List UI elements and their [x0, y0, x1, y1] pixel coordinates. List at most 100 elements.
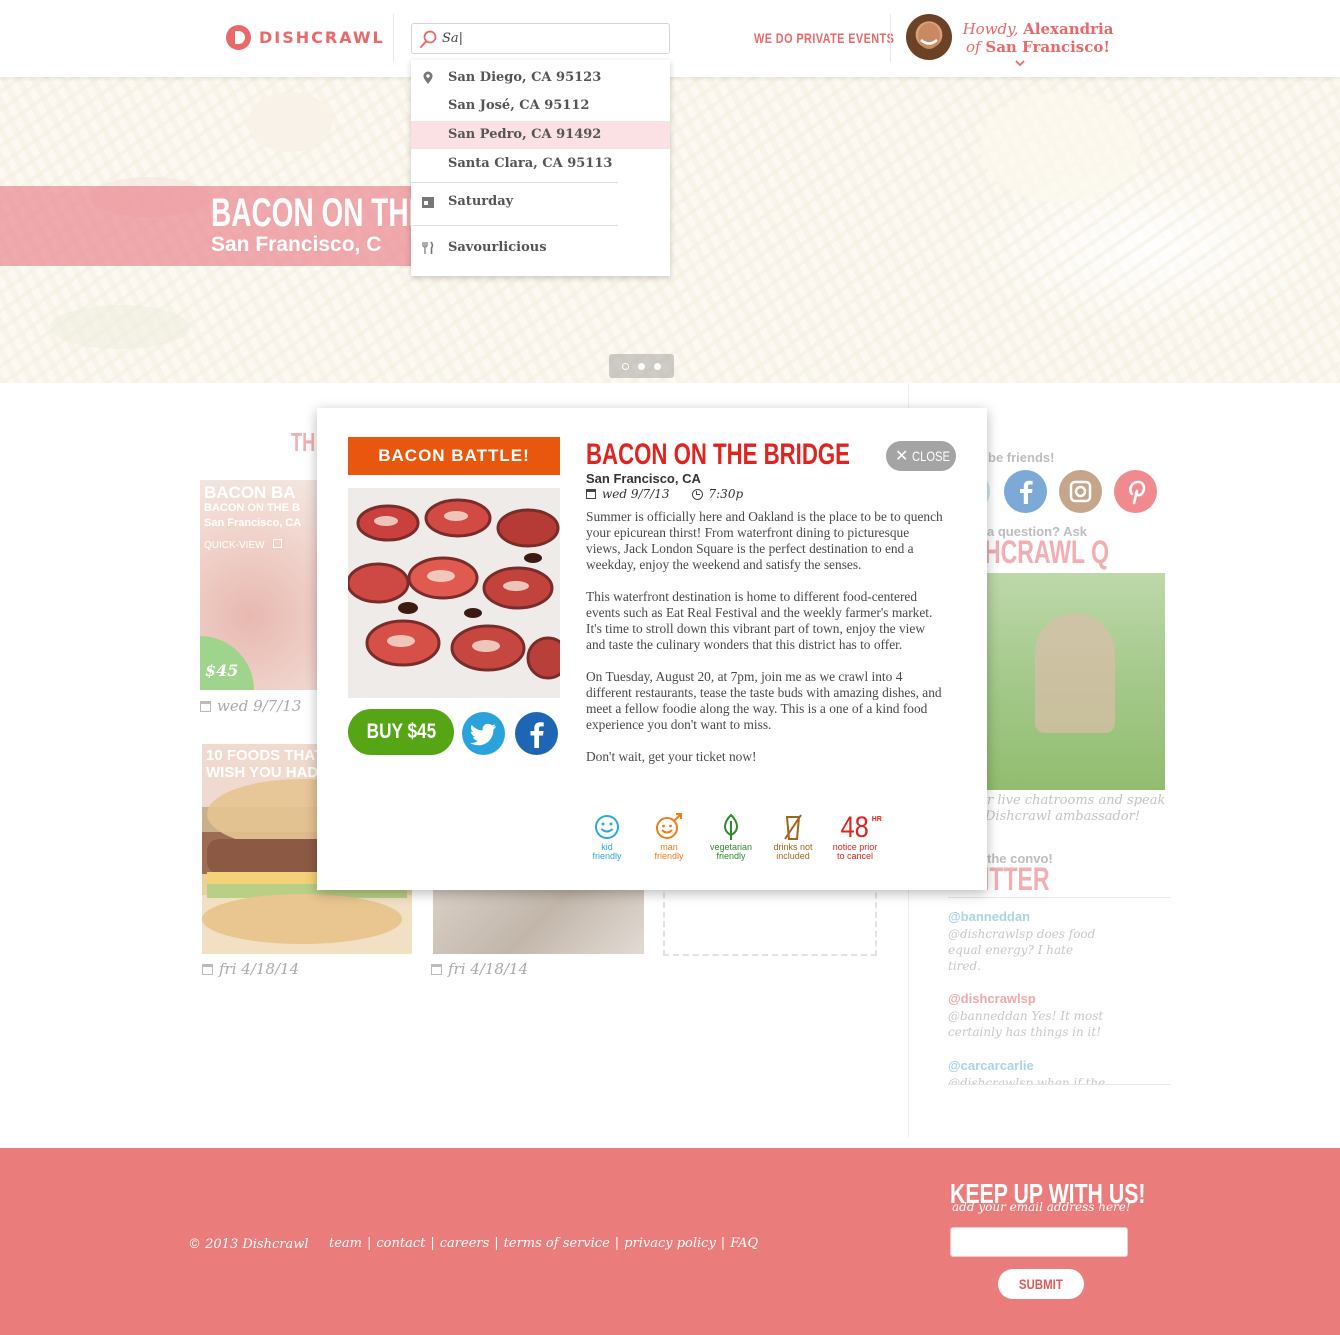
calendar-icon	[200, 700, 211, 712]
private-events-link[interactable]: WE DO PRIVATE EVENTS	[754, 30, 894, 46]
submit-label: SUBMIT	[1018, 1276, 1063, 1292]
link-separator: |	[614, 1236, 620, 1251]
facebook-icon	[1020, 480, 1033, 504]
calendar-icon	[202, 963, 213, 975]
facebook-icon	[530, 722, 544, 748]
suggestion-date[interactable]: Saturday	[411, 188, 670, 216]
newsletter-email-input[interactable]	[950, 1227, 1128, 1257]
calendar-icon	[431, 963, 442, 975]
tweet-user[interactable]: @carcarcarlie	[948, 1058, 1034, 1073]
tweet-user[interactable]: @dishcrawlsp	[948, 991, 1036, 1006]
location-pin-icon	[423, 71, 433, 84]
twitter-icon	[469, 723, 496, 745]
event-quick-view-modal: BACON BATTLE! BUY $45 BACON ON THE BRIDG…	[317, 408, 987, 890]
facebook-share-button[interactable]	[515, 712, 558, 755]
facebook-social-icon[interactable]	[1004, 470, 1047, 513]
description-paragraph: On Tuesday, August 20, at 7pm, join me a…	[586, 669, 942, 732]
instagram-icon	[1069, 480, 1092, 503]
description-paragraph: Don't wait, get your ticket now!	[586, 749, 757, 764]
badge-label: to cancel	[836, 851, 874, 861]
clock-icon	[691, 488, 703, 500]
footer-link-contact[interactable]: contact	[376, 1236, 425, 1251]
card-date-text: wed 9/7/13	[217, 697, 302, 715]
chatroom-text: Dishcrawl ambassador!	[985, 809, 1141, 824]
search-icon	[420, 30, 437, 48]
description-paragraph: Summer is officially here and Oakland is…	[586, 509, 943, 572]
suggestion-cuisine[interactable]: Savourlicious	[411, 234, 670, 262]
twitter-divider	[948, 897, 1170, 898]
notice-hours: 48 HR	[824, 813, 886, 843]
carousel-dot[interactable]	[654, 362, 661, 370]
suggestion-location[interactable]: San José, CA 95112	[411, 92, 670, 120]
event-card[interactable]: BACON BA BACON ON THE B San Francisco, C…	[200, 480, 325, 690]
suggestion-location[interactable]: San Diego, CA 95123	[411, 64, 670, 92]
header-divider	[890, 14, 891, 62]
smiley-icon	[595, 815, 619, 839]
tweet-text: @dishcrawlsp does food equal energy? I h…	[948, 927, 1096, 973]
suggestion-label: San Pedro, CA 91492	[448, 127, 602, 142]
link-separator: |	[430, 1236, 435, 1251]
suggestion-location-highlighted[interactable]: San Pedro, CA 91492	[411, 121, 670, 149]
calendar-icon	[586, 489, 596, 499]
hero-carousel: BACON ON THE B San Francisco, C	[0, 77, 1340, 383]
badge-label: friendly	[716, 851, 746, 861]
close-modal-button[interactable]: ✕ CLOSE	[886, 441, 956, 471]
pinterest-social-icon[interactable]	[1114, 470, 1157, 513]
carousel-dot[interactable]	[622, 362, 629, 370]
card-date-text: fri 4/18/14	[219, 960, 300, 978]
greeting-name: Alexandria	[1023, 20, 1114, 38]
pinterest-icon	[1129, 480, 1146, 505]
close-icon: ✕	[895, 448, 909, 465]
search-suggestions-dropdown: San Diego, CA 95123 San José, CA 95112 S…	[411, 60, 670, 276]
avatar-face-icon	[918, 23, 940, 49]
search-box[interactable]	[411, 23, 670, 54]
card-location: San Francisco, CA	[204, 517, 302, 529]
footer-link-faq[interactable]: FAQ	[730, 1236, 758, 1251]
footer-link-careers[interactable]: careers	[440, 1236, 490, 1251]
suggestion-location[interactable]: Santa Clara, CA 95113	[411, 150, 670, 178]
event-date: wed 9/7/13	[602, 487, 670, 501]
badge-label: friendly	[592, 851, 622, 861]
suggestion-label: Saturday	[448, 194, 514, 209]
link-separator: |	[720, 1236, 726, 1251]
ambassador-photo[interactable]	[985, 573, 1165, 790]
badge-label: friendly	[654, 851, 684, 861]
description-paragraph: This waterfront destination is home to d…	[586, 589, 933, 652]
dishcrawl-logo[interactable]: DISHCRAWL	[226, 25, 385, 50]
card-date: fri 4/18/14	[202, 960, 299, 978]
footer-link-privacy[interactable]: privacy policy	[624, 1236, 716, 1251]
card-date: wed 9/7/13	[200, 697, 301, 715]
buy-ticket-button[interactable]: BUY $45	[348, 709, 454, 755]
no-drinks-icon	[784, 814, 802, 840]
logo-text: DISHCRAWL	[259, 28, 385, 47]
footer-link-terms[interactable]: terms of service	[504, 1236, 610, 1251]
newsletter-submit-button[interactable]: SUBMIT	[998, 1269, 1084, 1299]
user-greeting[interactable]: Howdy, Alexandria of San Francisco!	[960, 20, 1116, 56]
man-smiley-icon	[656, 813, 682, 839]
fork-knife-icon	[422, 241, 434, 254]
event-description: Summer is officially here and Oakland is…	[586, 509, 946, 781]
article-card[interactable]	[433, 890, 644, 954]
cancel-notice-badge: 48 HR notice prior to cancel	[824, 813, 886, 861]
tweet-text: @banneddan Yes! It most certainly has th…	[948, 1009, 1104, 1039]
link-separator: |	[494, 1236, 499, 1251]
tweet-user[interactable]: @banneddan	[948, 909, 1030, 924]
dropdown-divider	[411, 182, 618, 183]
instagram-social-icon[interactable]	[1059, 470, 1102, 513]
dropdown-divider	[411, 225, 618, 226]
price-text: $45	[205, 661, 239, 680]
carousel-dot[interactable]	[638, 362, 645, 370]
event-photo	[348, 488, 560, 698]
greeting-howdy: Howdy,	[962, 20, 1024, 38]
twitter-divider	[948, 1084, 1170, 1085]
footer-link-team[interactable]: team	[329, 1236, 362, 1251]
search-input[interactable]	[442, 31, 662, 46]
notice-hours-unit: HR	[871, 816, 882, 823]
chevron-down-icon[interactable]	[1014, 58, 1026, 68]
dishcrawl-logo-icon	[226, 25, 251, 50]
user-avatar[interactable]	[906, 14, 952, 60]
event-time: 7:30p	[708, 487, 744, 501]
twitter-share-button[interactable]	[462, 712, 505, 755]
quick-view-link[interactable]: QUICK-VIEW	[204, 539, 283, 551]
dishcrawl-q-heading: HCRAWL Q	[984, 534, 1110, 570]
